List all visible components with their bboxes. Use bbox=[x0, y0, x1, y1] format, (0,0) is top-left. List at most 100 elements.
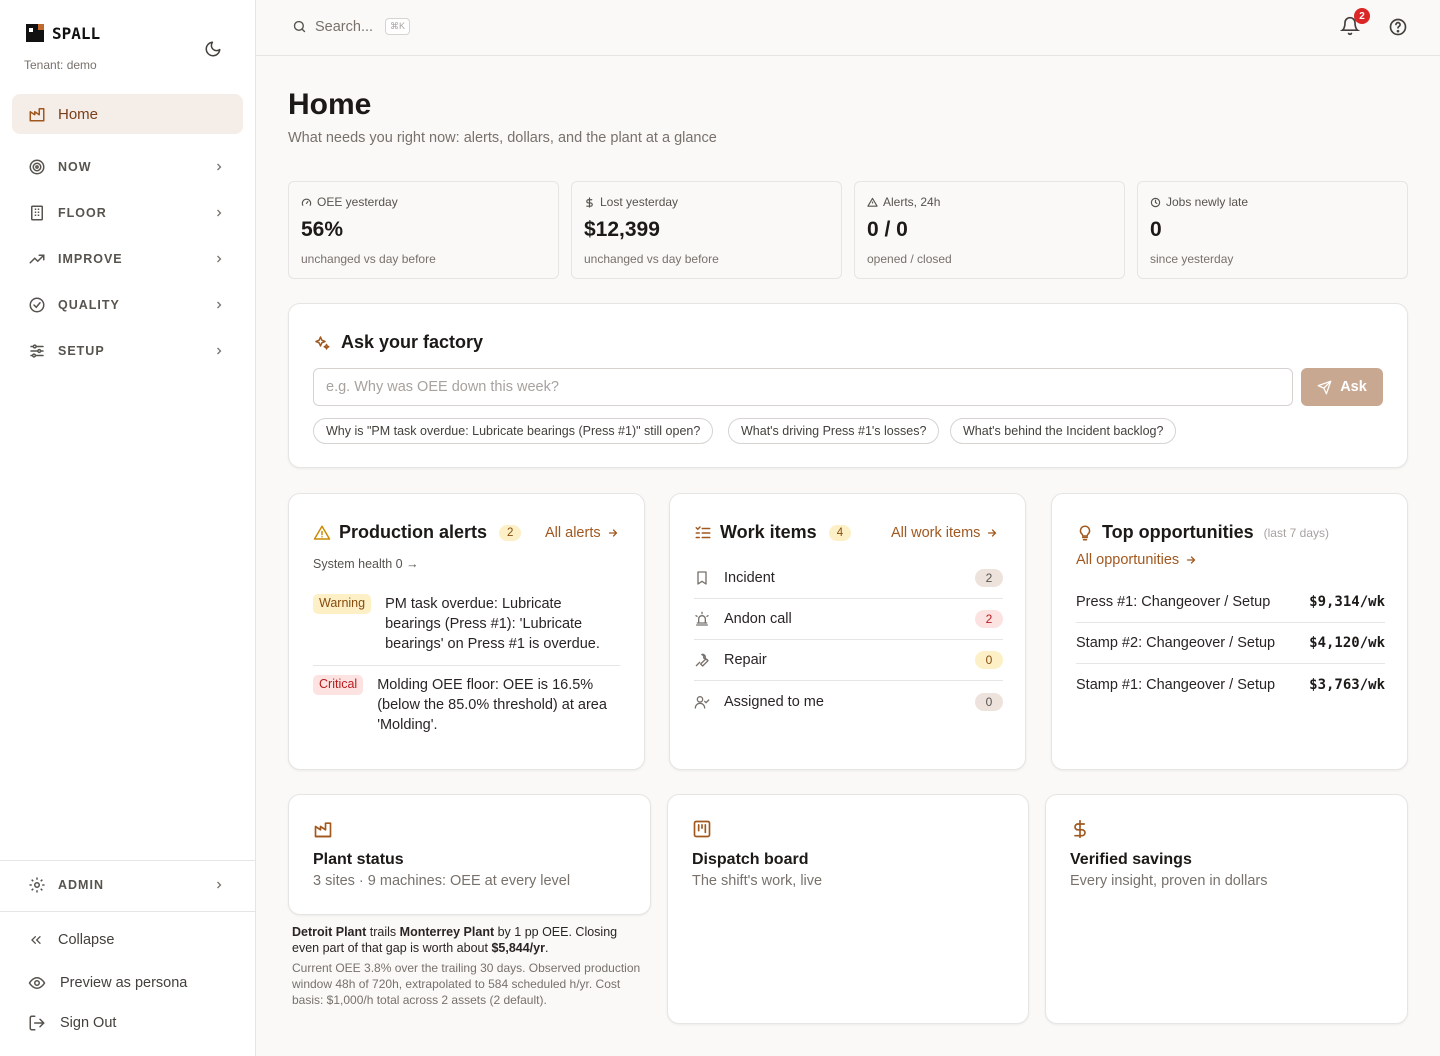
work-item-row-incident[interactable]: Incident 2 bbox=[694, 558, 1003, 599]
sidebar-item-label: IMPROVE bbox=[58, 252, 123, 266]
user-check-icon bbox=[694, 695, 710, 709]
help-button[interactable] bbox=[1388, 17, 1410, 39]
plant-status-tile[interactable]: Plant status 3 sites · 9 machines: OEE a… bbox=[288, 794, 651, 915]
kpi-value: 56% bbox=[301, 218, 344, 241]
page-title: Home bbox=[288, 88, 372, 121]
kpi-value: $12,399 bbox=[584, 218, 660, 241]
lightbulb-icon bbox=[1079, 524, 1091, 540]
warning-icon bbox=[867, 197, 878, 207]
system-health-link[interactable]: System health 0 → bbox=[313, 557, 419, 571]
work-item-row-andon[interactable]: Andon call 2 bbox=[694, 599, 1003, 640]
chevron-right-icon bbox=[209, 879, 229, 891]
sliders-icon bbox=[30, 344, 44, 358]
note-end: . bbox=[544, 941, 549, 955]
ask-input[interactable] bbox=[313, 368, 1293, 406]
sidebar-item-floor[interactable]: FLOOR bbox=[12, 195, 243, 231]
search-trigger[interactable]: Search... ⌘K bbox=[292, 18, 411, 35]
tenant-label: Tenant: demo bbox=[24, 58, 97, 72]
arrow-right-icon: → bbox=[406, 557, 419, 571]
sign-out-label: Sign Out bbox=[60, 1015, 117, 1031]
clock-icon bbox=[1150, 197, 1161, 207]
sidebar-item-quality[interactable]: QUALITY bbox=[12, 287, 243, 323]
preview-persona-button[interactable]: Preview as persona bbox=[28, 974, 187, 992]
dispatch-board-tile[interactable]: Dispatch board The shift's work, live bbox=[667, 794, 1029, 1024]
tile-title: Plant status bbox=[313, 851, 404, 868]
opportunity-row[interactable]: Press #1: Changeover / Setup $9,314/wk bbox=[1076, 582, 1385, 623]
eye-icon bbox=[28, 976, 46, 990]
page-subtitle: What needs you right now: alerts, dollar… bbox=[288, 130, 717, 146]
opportunities-period: (last 7 days) bbox=[1263, 525, 1329, 540]
severity-badge: Warning bbox=[313, 594, 372, 614]
sidebar-item-admin[interactable]: ADMIN bbox=[12, 867, 243, 903]
sidebar-item-home[interactable]: Home bbox=[12, 94, 243, 134]
opportunity-value: $9,314/wk bbox=[1309, 594, 1385, 610]
opportunity-row[interactable]: Stamp #1: Changeover / Setup $3,763/wk bbox=[1076, 664, 1385, 705]
work-item-count: 2 bbox=[975, 569, 1003, 587]
work-item-row-repair[interactable]: Repair 0 bbox=[694, 640, 1003, 681]
gauge-icon bbox=[301, 198, 312, 206]
chevron-right-icon bbox=[209, 207, 229, 219]
sidebar: SPALL Tenant: demo Home NOW FLOOR IMPROV… bbox=[0, 0, 256, 1056]
card-title: Work items bbox=[720, 522, 817, 542]
trending-up-icon bbox=[29, 254, 45, 264]
opportunity-row[interactable]: Stamp #2: Changeover / Setup $4,120/wk bbox=[1076, 623, 1385, 664]
sidebar-item-setup[interactable]: SETUP bbox=[12, 333, 243, 369]
brand-name: SPALL bbox=[52, 23, 101, 43]
link-label: All work items bbox=[891, 525, 981, 541]
notifications-button[interactable]: 2 bbox=[1339, 8, 1370, 40]
kpi-label: Lost yesterday bbox=[600, 195, 679, 209]
chevron-right-icon bbox=[209, 161, 229, 173]
tile-subtitle: The shift's work, live bbox=[692, 873, 823, 889]
ask-button[interactable]: Ask bbox=[1301, 368, 1383, 406]
factory-icon bbox=[29, 108, 45, 122]
link-label: All alerts bbox=[545, 525, 601, 541]
alert-item[interactable]: Warning PM task overdue: Lubricate beari… bbox=[313, 594, 620, 666]
top-opportunities-card: Top opportunities (last 7 days) All oppo… bbox=[1051, 493, 1408, 770]
work-item-row-assigned[interactable]: Assigned to me 0 bbox=[694, 681, 1003, 722]
sign-out-button[interactable]: Sign Out bbox=[28, 1014, 116, 1032]
kpi-card-oee: OEE yesterday 56% unchanged vs day befor… bbox=[288, 181, 559, 279]
all-work-items-link[interactable]: All work items bbox=[891, 525, 998, 541]
alert-text: PM task overdue: Lubricate bearings (Pre… bbox=[385, 596, 600, 652]
sidebar-item-now[interactable]: NOW bbox=[12, 149, 243, 185]
kpi-label: OEE yesterday bbox=[317, 195, 398, 209]
logout-icon bbox=[29, 1015, 45, 1031]
suggestion-chip[interactable]: Why is "PM task overdue: Lubricate beari… bbox=[313, 418, 714, 444]
all-opportunities-link[interactable]: All opportunities bbox=[1076, 552, 1197, 568]
work-item-label: Assigned to me bbox=[724, 693, 824, 710]
collapse-label: Collapse bbox=[58, 932, 115, 948]
kpi-card-jobs-late: Jobs newly late 0 since yesterday bbox=[1137, 181, 1408, 279]
work-item-label: Andon call bbox=[724, 611, 792, 627]
collapse-button[interactable]: Collapse bbox=[28, 932, 114, 948]
card-title: Top opportunities bbox=[1102, 522, 1254, 542]
work-item-label: Incident bbox=[724, 570, 775, 586]
sidebar-item-improve[interactable]: IMPROVE bbox=[12, 241, 243, 277]
opportunity-value: $4,120/wk bbox=[1309, 635, 1385, 651]
kpi-note: since yesterday bbox=[1150, 252, 1234, 266]
sidebar-divider bbox=[0, 911, 255, 912]
ask-factory-card: Ask your factory Ask Why is "PM task ove… bbox=[288, 303, 1408, 468]
chevron-right-icon bbox=[209, 345, 229, 357]
card-title: Production alerts bbox=[339, 522, 488, 542]
sidebar-item-label: SETUP bbox=[58, 344, 105, 358]
work-item-count: 0 bbox=[975, 692, 1003, 711]
suggestion-chip[interactable]: What's behind the Incident backlog? bbox=[950, 418, 1177, 444]
alert-item[interactable]: Critical Molding OEE floor: OEE is 16.5%… bbox=[313, 675, 620, 735]
verified-savings-tile[interactable]: Verified savings Every insight, proven i… bbox=[1045, 794, 1408, 1024]
theme-toggle-button[interactable] bbox=[202, 38, 224, 60]
siren-icon bbox=[695, 611, 709, 626]
chevron-right-icon bbox=[209, 253, 229, 265]
all-alerts-link[interactable]: All alerts bbox=[545, 525, 619, 541]
building-icon bbox=[31, 205, 43, 221]
ask-button-label: Ask bbox=[1340, 379, 1367, 395]
search-icon bbox=[293, 20, 306, 33]
suggestion-chip[interactable]: What's driving Press #1's losses? bbox=[728, 418, 940, 444]
main-content: Search... ⌘K 2 Home What needs you right… bbox=[256, 0, 1440, 1056]
plant-a: Detroit Plant bbox=[292, 925, 367, 939]
sidebar-item-label: ADMIN bbox=[58, 878, 104, 892]
work-item-count: 0 bbox=[975, 651, 1003, 669]
brand-logo[interactable]: SPALL bbox=[24, 22, 100, 44]
plant-b: Monterrey Plant bbox=[399, 925, 495, 939]
search-shortcut: ⌘K bbox=[385, 18, 411, 35]
alert-text: Molding OEE floor: OEE is 16.5% (below t… bbox=[377, 677, 607, 733]
